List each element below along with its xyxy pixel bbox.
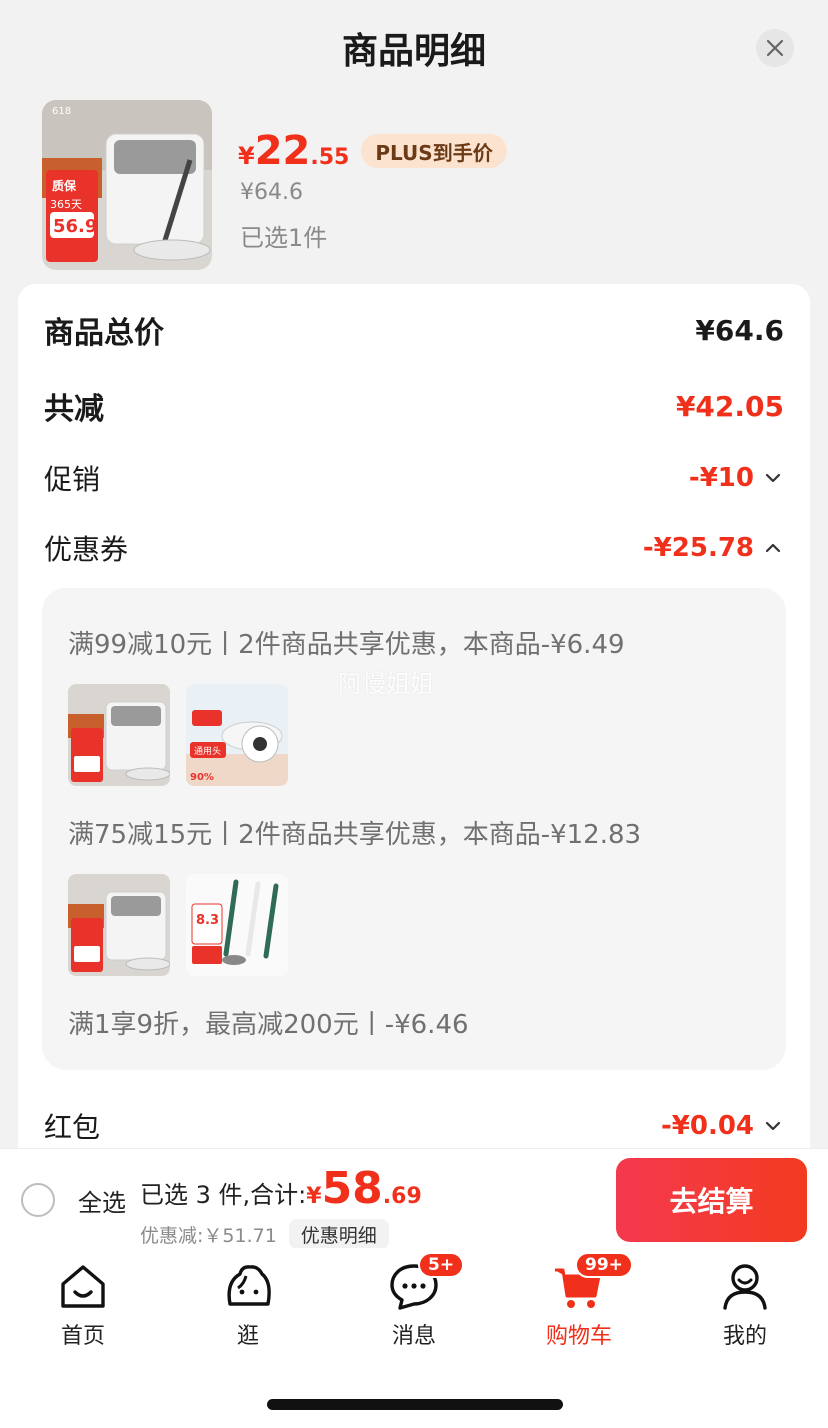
total-price-label: 商品总价	[44, 316, 164, 351]
tab-label: 购物车	[545, 1324, 612, 1349]
coupon-product-thumb[interactable]	[68, 684, 170, 786]
home-indicator[interactable]	[267, 1399, 563, 1410]
tab-cart[interactable]: 99+ 购物车	[519, 1252, 639, 1350]
home-icon	[57, 1260, 109, 1312]
cart-badge: 99+	[575, 1252, 633, 1278]
coupon-product-thumb[interactable]: 8.3	[186, 874, 288, 976]
svg-text:通用头: 通用头	[194, 746, 221, 757]
coupon-product-thumb[interactable]: 通用头 90%	[186, 684, 288, 786]
product-price: ¥ 22 .55 PLUS到手价	[238, 128, 507, 174]
coupon-detail-box: 满99减10元丨2件商品共享优惠，本商品-¥6.49 通用头 90% 满75减1…	[42, 588, 786, 1070]
coupon-item-2: 满75减15元丨2件商品共享优惠，本商品-¥12.83	[68, 820, 642, 850]
reduction-value: ¥42.05	[675, 389, 784, 423]
selected-count: 已选1件	[240, 224, 328, 252]
redpacket-row[interactable]: 红包 -¥0.04	[44, 1106, 784, 1146]
select-all-checkbox[interactable]	[21, 1183, 55, 1217]
chevron-down-icon[interactable]	[762, 467, 784, 489]
svg-text:质保: 质保	[52, 178, 77, 193]
tab-browse[interactable]: 逛	[188, 1260, 308, 1350]
svg-text:8.3: 8.3	[196, 913, 219, 928]
redpacket-value: -¥0.04	[660, 1111, 754, 1141]
reduction-row: 共减 ¥42.05	[44, 384, 784, 428]
discount-summary: 优惠减:￥51.71 优惠明细	[140, 1219, 389, 1249]
coupon-row[interactable]: 优惠券 -¥25.78	[44, 528, 784, 568]
plus-price-tag: PLUS到手价	[361, 134, 507, 168]
product-thumbnail[interactable]: 618 质保 365天 56.9	[42, 100, 212, 270]
tab-home[interactable]: 首页	[23, 1260, 143, 1350]
svg-text:365天: 365天	[50, 198, 82, 211]
checkout-button[interactable]: 去结算	[616, 1158, 807, 1242]
discount-text: 优惠减:￥51.71	[140, 1224, 277, 1247]
promo-row[interactable]: 促销 -¥10	[44, 458, 784, 498]
tab-profile[interactable]: 我的	[685, 1260, 805, 1350]
coupon-value-wrap: -¥25.78	[643, 533, 784, 563]
chevron-up-icon[interactable]	[762, 537, 784, 559]
price-breakdown-card: 商品总价 ¥64.6 共减 ¥42.05 促销 -¥10 优惠券 -¥25.78	[18, 284, 810, 1160]
browse-icon	[222, 1260, 274, 1312]
total-prefix: 已选 3 件,合计:	[140, 1181, 307, 1209]
total-price-value: ¥64.6	[695, 313, 784, 347]
coupon-item-3: 满1享9折，最高减200元丨-¥6.46	[68, 1010, 469, 1040]
svg-text:90%: 90%	[190, 772, 214, 783]
tab-messages[interactable]: 5+ 消息	[354, 1252, 474, 1350]
message-badge: 5+	[418, 1252, 465, 1278]
tab-label: 首页	[60, 1324, 105, 1349]
redpacket-label: 红包	[44, 1111, 101, 1144]
total-symbol: ¥	[306, 1184, 322, 1209]
total-decimal: .69	[382, 1184, 422, 1209]
promo-label: 促销	[44, 463, 101, 496]
total-integer: 58	[321, 1163, 383, 1214]
coupon-value: -¥25.78	[642, 533, 754, 563]
coupon-label: 优惠券	[44, 533, 129, 566]
sheet-title: 商品明细	[341, 31, 486, 72]
coupon-product-thumb[interactable]	[68, 874, 170, 976]
chevron-down-icon[interactable]	[762, 1115, 784, 1137]
tab-label: 消息	[391, 1324, 436, 1349]
original-price: ¥64.6	[240, 180, 303, 205]
total-price-row: 商品总价 ¥64.6	[44, 308, 784, 352]
price-symbol: ¥	[238, 142, 255, 170]
redpacket-value-wrap: -¥0.04	[661, 1111, 784, 1141]
cart-icon: 99+	[553, 1252, 633, 1312]
close-button[interactable]	[756, 29, 794, 67]
svg-text:56.9: 56.9	[53, 216, 97, 237]
product-detail-sheet: 商品明细 618 质保 365天 56.9 ¥ 22 .55 PLUS到手价 ¥…	[0, 0, 828, 1160]
tab-label: 逛	[236, 1324, 259, 1349]
svg-text:618: 618	[52, 106, 71, 117]
promo-value-wrap: -¥10	[689, 463, 784, 493]
checkout-total: 已选 3 件,合计: ¥ 58 .69	[140, 1163, 422, 1214]
watermark: 阿慢姐姐	[338, 670, 434, 698]
coupon-item-1: 满99减10元丨2件商品共享优惠，本商品-¥6.49	[68, 630, 625, 660]
profile-icon	[719, 1260, 771, 1312]
price-integer: 22	[254, 128, 311, 174]
reduction-label: 共减	[44, 392, 104, 427]
promo-value: -¥10	[688, 463, 754, 493]
price-decimal: .55	[310, 145, 350, 170]
discount-detail-button[interactable]: 优惠明细	[288, 1219, 389, 1249]
close-icon	[766, 39, 784, 57]
tab-label: 我的	[722, 1324, 767, 1349]
select-all-label[interactable]: 全选	[78, 1183, 126, 1218]
checkout-bar: 全选 已选 3 件,合计: ¥ 58 .69 优惠减:￥51.71 优惠明细 去…	[0, 1148, 828, 1249]
message-icon: 5+	[388, 1252, 465, 1312]
